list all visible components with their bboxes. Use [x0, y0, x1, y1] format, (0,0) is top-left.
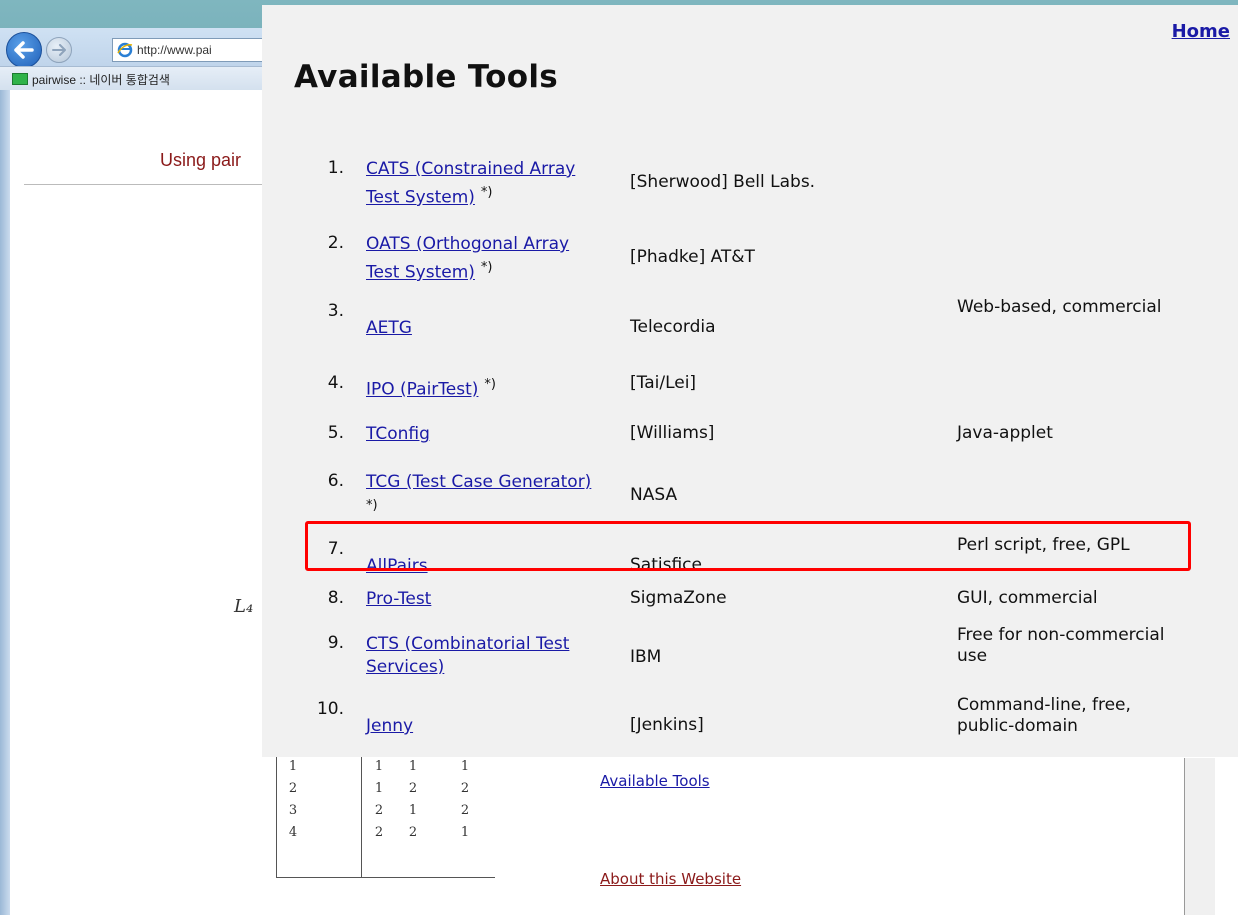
table-cell: 2 — [288, 781, 298, 796]
tool-number: 8. — [327, 588, 344, 608]
back-button[interactable] — [6, 32, 42, 68]
internet-explorer-icon — [117, 42, 133, 58]
table-cell: 2 — [408, 825, 418, 840]
tool-number: 10. — [316, 699, 344, 719]
tool-organization: [Tai/Lei] — [630, 373, 697, 393]
tool-name-line: CATS (Constrained Array — [366, 159, 576, 179]
page-title: Available Tools — [294, 59, 559, 95]
tool-organization: [Sherwood] Bell Labs. — [630, 172, 816, 192]
table-cell: 1 — [374, 759, 384, 774]
footnote-marker: *) — [480, 185, 493, 200]
tool-organization: [Jenkins] — [630, 715, 704, 735]
table-row: 3 2 1 2 — [277, 803, 495, 823]
tool-organization: [Williams] — [630, 423, 715, 443]
table-cell: 1 — [460, 825, 470, 840]
table-cell: 1 — [288, 759, 298, 774]
available-tools-link[interactable]: Available Tools — [600, 772, 710, 790]
footnote-marker: *) — [366, 498, 378, 513]
table-cell: 2 — [460, 781, 470, 796]
table-cell: 1 — [408, 803, 418, 818]
table-row: 4 2 2 1 — [277, 825, 495, 845]
tool-link[interactable]: TConfig — [366, 423, 656, 446]
favorite-label: pairwise :: 네이버 통합검색 — [32, 73, 170, 87]
tool-number: 2. — [327, 233, 344, 253]
background-page-heading: Using pair — [160, 150, 242, 170]
tool-link[interactable]: Jenny — [366, 715, 656, 738]
tool-link[interactable]: IPO (PairTest) *) — [366, 373, 656, 402]
orthogonal-array-table: 1 1 1 1 2 1 2 2 3 2 1 2 4 2 2 1 — [276, 755, 495, 878]
table-cell: 2 — [374, 825, 384, 840]
window-left-edge — [0, 90, 10, 915]
forward-button[interactable] — [46, 37, 72, 63]
tool-name-line: CTS (Combinatorial Test — [366, 634, 570, 654]
tool-name-line: Pro-Test — [366, 589, 432, 609]
l4-array-label: L₄ — [234, 596, 254, 617]
table-cell: 4 — [288, 825, 298, 840]
tool-link[interactable]: CTS (Combinatorial Test Services) — [366, 633, 656, 679]
tool-note: Web-based, commercial — [957, 297, 1162, 317]
tool-note: Java-applet — [957, 423, 1053, 443]
tool-organization: [Phadke] AT&T — [630, 247, 755, 267]
tool-number: 9. — [327, 633, 344, 653]
tool-name-line: Test System) — [366, 187, 475, 208]
tool-number: 6. — [327, 471, 344, 491]
table-cell: 2 — [374, 803, 384, 818]
tool-name-line: Services) — [366, 657, 445, 677]
tool-organization: SigmaZone — [630, 588, 727, 608]
tool-number: 5. — [327, 423, 344, 443]
tool-name-line: AETG — [366, 318, 412, 338]
back-arrow-icon — [14, 41, 34, 59]
tool-organization: IBM — [630, 647, 662, 667]
favorite-item[interactable]: pairwise :: 네이버 통합검색 — [12, 71, 170, 88]
table-cell: 2 — [408, 781, 418, 796]
tool-number: 1. — [327, 158, 344, 178]
tool-name-line: OATS (Orthogonal Array — [366, 234, 570, 254]
tool-link[interactable]: CATS (Constrained Array Test System) *) — [366, 158, 656, 210]
table-row: 1 1 1 1 — [277, 759, 495, 779]
tool-note: Command-line, free, public-domain — [957, 695, 1131, 736]
table-row: 2 1 2 2 — [277, 781, 495, 801]
table-cell: 1 — [374, 781, 384, 796]
available-tools-panel: Home Available Tools 1. CATS (Constrained… — [262, 5, 1238, 757]
tool-note: GUI, commercial — [957, 588, 1098, 608]
highlight-box — [305, 521, 1191, 571]
footnote-marker: *) — [484, 377, 496, 392]
home-link[interactable]: Home — [1172, 21, 1230, 42]
footnote-marker: *) — [480, 260, 493, 275]
tool-name-line: TCG (Test Case Generator) — [366, 472, 592, 492]
tool-number: 3. — [327, 301, 344, 321]
tool-name-line: Test System) — [366, 262, 475, 283]
table-cell: 3 — [288, 803, 298, 818]
address-bar[interactable]: http://www.pai — [112, 38, 274, 62]
tool-name-line: IPO (PairTest) — [366, 379, 479, 400]
tool-name-line: TConfig — [366, 424, 430, 444]
table-cell: 1 — [460, 759, 470, 774]
forward-arrow-icon — [52, 44, 66, 56]
table-cell: 2 — [460, 803, 470, 818]
divider — [24, 184, 264, 185]
address-text: http://www.pai — [137, 43, 212, 57]
tool-number: 4. — [327, 373, 344, 393]
tool-organization: Telecordia — [630, 317, 716, 337]
tool-organization: NASA — [630, 485, 678, 505]
scrollbar[interactable] — [1184, 758, 1215, 915]
tool-name-line: Jenny — [366, 716, 414, 736]
table-cell: 1 — [408, 759, 418, 774]
tool-link[interactable]: AETG — [366, 317, 656, 340]
naver-favicon-icon — [12, 73, 28, 85]
tool-link[interactable]: Pro-Test — [366, 588, 656, 611]
tool-note: Free for non-commercial use — [957, 625, 1165, 666]
tool-link[interactable]: TCG (Test Case Generator) *) — [366, 471, 656, 517]
about-website-link[interactable]: About this Website — [600, 870, 741, 888]
tool-link[interactable]: OATS (Orthogonal Array Test System) *) — [366, 233, 656, 285]
